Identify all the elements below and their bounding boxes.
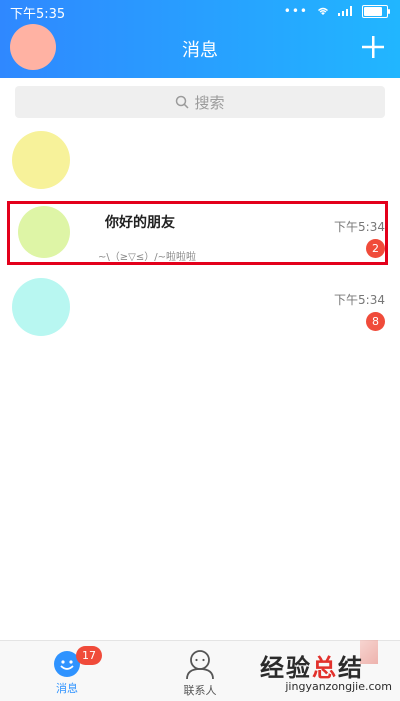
add-plus-icon[interactable]	[360, 34, 386, 60]
conversation-row[interactable]	[0, 128, 400, 192]
messages-tab-badge: 17	[76, 646, 102, 665]
search-bar[interactable]: 搜索	[15, 86, 385, 118]
search-placeholder: 搜索	[194, 93, 225, 112]
wifi-icon	[318, 7, 328, 15]
messages-tab-label[interactable]: 消息	[40, 680, 94, 696]
more-dots-icon: •••	[283, 4, 308, 18]
conversation-time: 下午5:34	[334, 293, 385, 307]
watermark-url: jingyanzongjie.com	[285, 680, 392, 693]
signal-icon	[338, 6, 352, 16]
status-time: 下午5:35	[10, 7, 66, 22]
contacts-tab-label[interactable]: 联系人	[170, 682, 230, 698]
watermark-text: 经验总结	[260, 654, 364, 682]
highlight-box	[7, 201, 388, 265]
unread-badge: 8	[366, 312, 385, 331]
conversation-row[interactable]: 下午5:34 8	[0, 277, 400, 341]
search-icon	[176, 95, 190, 109]
watermark: 经验总结 jingyanzongjie.com	[250, 630, 400, 700]
page-title: 消息	[182, 40, 218, 61]
conversation-avatar	[12, 131, 70, 189]
conversation-avatar	[12, 278, 70, 336]
contacts-tab-icon[interactable]	[183, 648, 217, 680]
status-icons: •••	[283, 4, 390, 18]
battery-icon	[362, 4, 390, 18]
